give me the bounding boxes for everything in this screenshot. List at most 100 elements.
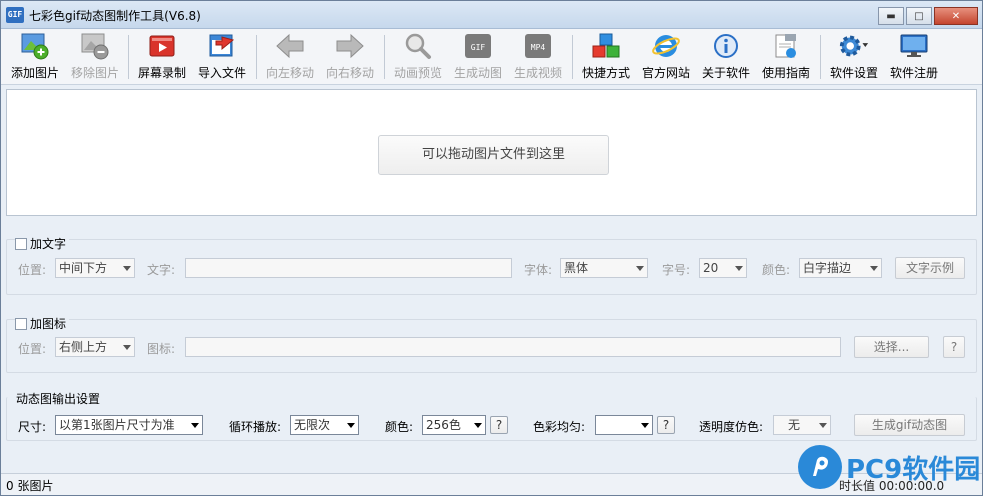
monitor-icon	[898, 32, 930, 60]
drop-hint-button[interactable]: 可以拖动图片文件到这里	[378, 135, 609, 175]
user-guide-button[interactable]: 使用指南	[756, 32, 816, 82]
remove-image-button[interactable]: 移除图片	[65, 32, 125, 82]
screen-record-icon	[146, 32, 178, 60]
main-toolbar: 添加图片 移除图片 屏幕录制 导入文件 向左移动 向右移动 动画预览 GIF 生…	[1, 29, 982, 85]
output-settings-title: 动态图输出设置	[16, 392, 101, 406]
font-label: 字体:	[524, 263, 553, 277]
preview-animation-button[interactable]: 动画预览	[388, 32, 448, 82]
balance-help-button[interactable]: ?	[657, 416, 675, 434]
app-window: GIF 七彩色gif动态图制作工具(V6.8) ▬ □ ✕ 添加图片 移除图片	[0, 0, 983, 496]
logo-path-label: 图标:	[147, 342, 176, 356]
import-file-button[interactable]: 导入文件	[192, 32, 252, 82]
generate-gif-button[interactable]: GIF 生成动图	[448, 32, 508, 82]
window-title: 七彩色gif动态图制作工具(V6.8)	[29, 9, 201, 23]
official-website-button[interactable]: 官方网站	[636, 32, 696, 82]
text-color-label: 颜色:	[762, 263, 791, 277]
add-logo-checkbox[interactable]	[15, 317, 27, 330]
minimize-button[interactable]: ▬	[878, 7, 904, 25]
add-text-checkbox[interactable]	[15, 237, 27, 250]
toolbar-separator	[384, 35, 385, 79]
text-color-select[interactable]: 白字描边	[799, 258, 882, 278]
text-sample-button[interactable]: 文字示例	[895, 257, 965, 279]
import-file-icon	[206, 32, 238, 60]
gear-icon	[838, 32, 870, 60]
move-left-label: 向左移动	[265, 66, 314, 80]
loop-select[interactable]: 无限次	[290, 415, 359, 435]
move-left-button[interactable]: 向左移动	[260, 32, 320, 82]
mp4-icon: MP4	[522, 32, 554, 60]
add-image-button[interactable]: 添加图片	[5, 32, 65, 82]
add-logo-label: 加图标	[30, 317, 67, 331]
register-label: 软件注册	[889, 66, 938, 80]
add-logo-toggle[interactable]: 加图标	[15, 315, 70, 332]
logo-help-button[interactable]: ?	[943, 336, 965, 358]
shortcut-cubes-icon	[590, 32, 622, 60]
preview-animation-label: 动画预览	[393, 66, 442, 80]
title-bar[interactable]: GIF 七彩色gif动态图制作工具(V6.8) ▬ □ ✕	[1, 1, 982, 29]
register-button[interactable]: 软件注册	[884, 32, 944, 82]
select-logo-button[interactable]: 选择...	[854, 336, 929, 358]
arrow-right-icon	[334, 32, 366, 60]
gif-icon: GIF	[462, 32, 494, 60]
toolbar-separator	[128, 35, 129, 79]
image-count-status: 0 张图片	[6, 479, 54, 493]
text-content-label: 文字:	[147, 263, 176, 277]
settings-button[interactable]: 软件设置	[824, 32, 884, 82]
font-select[interactable]: 黑体	[560, 258, 648, 278]
arrow-left-icon	[274, 32, 306, 60]
image-drop-area[interactable]: 可以拖动图片文件到这里	[6, 89, 977, 216]
add-logo-section: 加图标 位置: 右侧上方 图标: 选择... ?	[6, 315, 977, 373]
add-image-icon	[19, 32, 51, 60]
ie-browser-icon	[650, 32, 682, 60]
color-balance-label: 色彩均匀:	[533, 420, 586, 434]
output-size-select[interactable]: 以第1张图片尺寸为准	[55, 415, 203, 435]
screen-record-button[interactable]: 屏幕录制	[132, 32, 192, 82]
toolbar-separator	[820, 35, 821, 79]
generate-gif-label: 生成动图	[453, 66, 502, 80]
logo-position-label: 位置:	[18, 342, 47, 356]
official-website-label: 官方网站	[641, 66, 690, 80]
guide-icon	[770, 32, 802, 60]
output-color-select[interactable]: 256色	[422, 415, 486, 435]
generate-gif-animation-button[interactable]: 生成gif动态图	[854, 414, 965, 436]
shortcut-button[interactable]: 快捷方式	[576, 32, 636, 82]
about-button[interactable]: 关于软件	[696, 32, 756, 82]
logo-path-input[interactable]	[185, 337, 841, 357]
generate-video-label: 生成视频	[513, 66, 562, 80]
watermark-text: PC9软件园	[846, 454, 981, 485]
close-button[interactable]: ✕	[934, 7, 978, 25]
maximize-button[interactable]: □	[906, 7, 932, 25]
about-label: 关于软件	[701, 66, 750, 80]
color-balance-select[interactable]	[595, 415, 653, 435]
move-right-button[interactable]: 向右移动	[320, 32, 380, 82]
svg-text:GIF: GIF	[471, 43, 486, 52]
output-size-label: 尺寸:	[18, 420, 47, 434]
toolbar-separator	[256, 35, 257, 79]
add-text-label: 加文字	[30, 237, 67, 251]
text-position-label: 位置:	[18, 263, 47, 277]
settings-label: 软件设置	[829, 66, 878, 80]
font-size-select[interactable]: 20	[699, 258, 747, 278]
add-text-toggle[interactable]: 加文字	[15, 235, 70, 252]
info-icon	[710, 32, 742, 60]
screen-record-label: 屏幕录制	[137, 66, 186, 80]
remove-image-label: 移除图片	[70, 66, 119, 80]
svg-text:MP4: MP4	[531, 43, 546, 52]
remove-image-icon	[79, 32, 111, 60]
add-text-section: 加文字 位置: 中间下方 文字: 字体: 黑体 字号: 20 颜色: 白字描边 …	[6, 235, 977, 295]
pc9-logo-icon	[798, 445, 842, 489]
output-settings-section: 动态图输出设置 尺寸: 以第1张图片尺寸为准 循环播放: 无限次 颜色: 256…	[6, 392, 977, 441]
generate-video-button[interactable]: MP4 生成视频	[508, 32, 568, 82]
text-position-select[interactable]: 中间下方	[55, 258, 135, 278]
font-size-label: 字号:	[662, 263, 691, 277]
transparency-dither-select[interactable]: 无	[773, 415, 831, 435]
transparency-dither-label: 透明度仿色:	[699, 420, 764, 434]
pc9-watermark: PC9软件园	[798, 445, 980, 489]
text-content-input[interactable]	[185, 258, 512, 278]
app-gif-icon: GIF	[6, 7, 24, 23]
magnifier-icon	[402, 32, 434, 60]
color-help-button[interactable]: ?	[490, 416, 508, 434]
logo-position-select[interactable]: 右侧上方	[55, 337, 135, 357]
output-color-label: 颜色:	[385, 420, 414, 434]
user-guide-label: 使用指南	[761, 66, 810, 80]
